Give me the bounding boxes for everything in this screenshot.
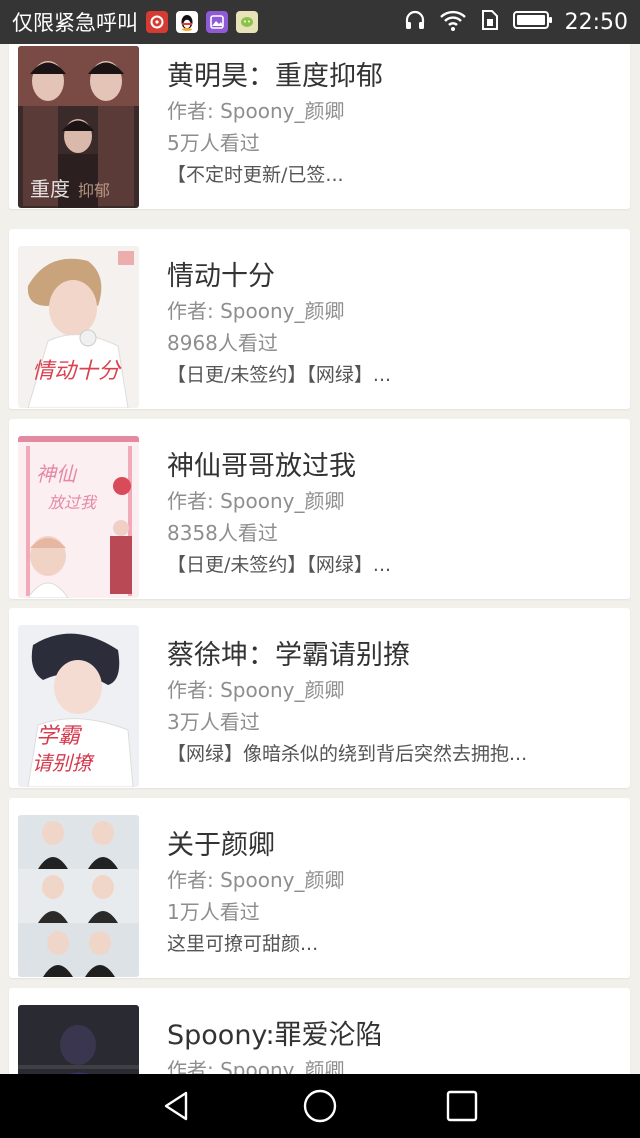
- back-icon[interactable]: [159, 1088, 195, 1124]
- book-author: 作者: Spoony_颜卿: [167, 489, 345, 513]
- svg-text:放过我: 放过我: [48, 493, 98, 512]
- book-views: 1万人看过: [167, 900, 260, 924]
- book-cover-image: 重度 抑郁: [18, 46, 139, 208]
- svg-text:情动十分: 情动十分: [32, 359, 122, 384]
- book-info: 蔡徐坤：学霸请别撩 作者: Spoony_颜卿 3万人看过 【网绿】像暗杀似的绕…: [167, 638, 607, 771]
- chat-app-icon: [236, 11, 258, 33]
- book-card[interactable]: 情动十分 情动十分 作者: Spoony_颜卿 8968人看过 【日更/未签约】…: [9, 229, 630, 409]
- recents-icon[interactable]: [444, 1088, 480, 1124]
- book-title: 神仙哥哥放过我: [167, 451, 356, 482]
- svg-text:神仙: 神仙: [36, 462, 78, 486]
- book-title: 蔡徐坤：学霸请别撩: [167, 640, 410, 671]
- book-description: 【日更/未签约】【网绿】...: [167, 554, 392, 576]
- book-views: 8358人看过: [167, 521, 278, 545]
- qq-penguin-icon: [176, 11, 198, 33]
- book-cover-image: 神仙 放过我: [18, 436, 139, 598]
- book-card[interactable]: 神仙 放过我 神仙哥哥放过我 作者: Spoony_颜卿 8358人看过 【日更…: [9, 419, 630, 599]
- book-info: 情动十分 作者: Spoony_颜卿 8968人看过 【日更/未签约】【网绿】.…: [167, 259, 607, 392]
- headphones-icon: [403, 8, 427, 36]
- book-card[interactable]: 学霸 请别撩 蔡徐坤：学霸请别撩 作者: Spoony_颜卿 3万人看过 【网绿…: [9, 608, 630, 788]
- status-clock: 22:50: [564, 9, 628, 35]
- carrier-label: 仅限紧急呼叫: [12, 11, 138, 35]
- book-info: 黄明昊：重度抑郁 作者: Spoony_颜卿 5万人看过 【不定时更新/已签..…: [167, 59, 607, 192]
- book-title: Spoony:罪爱沦陷: [167, 1020, 383, 1051]
- book-card[interactable]: 重度 抑郁 黄明昊：重度抑郁 作者: Spoony_颜卿 5万人看过 【不定时更…: [9, 29, 630, 209]
- book-author: 作者: Spoony_颜卿: [167, 678, 345, 702]
- system-nav-bar: [0, 1074, 640, 1138]
- system-status-icons: 22:50: [403, 8, 628, 36]
- book-cover-image: 情动十分: [18, 246, 139, 408]
- book-cover-image: 学霸 请别撩: [18, 625, 139, 787]
- book-card[interactable]: 关于颜卿 作者: Spoony_颜卿 1万人看过 这里可撩可甜颜...: [9, 798, 630, 978]
- book-views: 5万人看过: [167, 131, 260, 155]
- screen: 仅限紧急呼叫 22:50 重度 抑郁 黄明昊：重度抑郁 作者: Spoony_颜…: [0, 0, 640, 1138]
- book-author: 作者: Spoony_颜卿: [167, 868, 345, 892]
- svg-text:请别撩: 请别撩: [32, 751, 95, 775]
- home-icon[interactable]: [302, 1088, 338, 1124]
- gallery-app-icon: [206, 11, 228, 33]
- sim-icon: [479, 8, 501, 36]
- book-info: 神仙哥哥放过我 作者: Spoony_颜卿 8358人看过 【日更/未签约】【网…: [167, 449, 607, 582]
- book-title: 情动十分: [167, 261, 275, 292]
- book-views: 3万人看过: [167, 710, 260, 734]
- book-author: 作者: Spoony_颜卿: [167, 299, 345, 323]
- book-views: 8968人看过: [167, 331, 278, 355]
- svg-text:重度: 重度: [30, 177, 70, 201]
- status-bar: 仅限紧急呼叫 22:50: [0, 0, 640, 44]
- book-cover-image: [18, 815, 139, 977]
- book-description: 【网绿】像暗杀似的绕到背后突然去拥抱...: [167, 743, 528, 765]
- book-description: 【不定时更新/已签...: [167, 164, 344, 186]
- wifi-icon: [439, 8, 467, 36]
- netease-music-icon: [146, 11, 168, 33]
- book-description: 这里可撩可甜颜...: [167, 933, 319, 955]
- book-author: 作者: Spoony_颜卿: [167, 99, 345, 123]
- book-title: 关于颜卿: [167, 830, 275, 861]
- book-title: 黄明昊：重度抑郁: [167, 61, 383, 92]
- battery-icon: [512, 9, 553, 35]
- svg-text:抑郁: 抑郁: [78, 181, 110, 200]
- book-info: 关于颜卿 作者: Spoony_颜卿 1万人看过 这里可撩可甜颜...: [167, 828, 607, 961]
- svg-text:学霸: 学霸: [36, 724, 83, 749]
- notification-icons: [146, 11, 258, 33]
- book-description: 【日更/未签约】【网绿】...: [167, 364, 392, 386]
